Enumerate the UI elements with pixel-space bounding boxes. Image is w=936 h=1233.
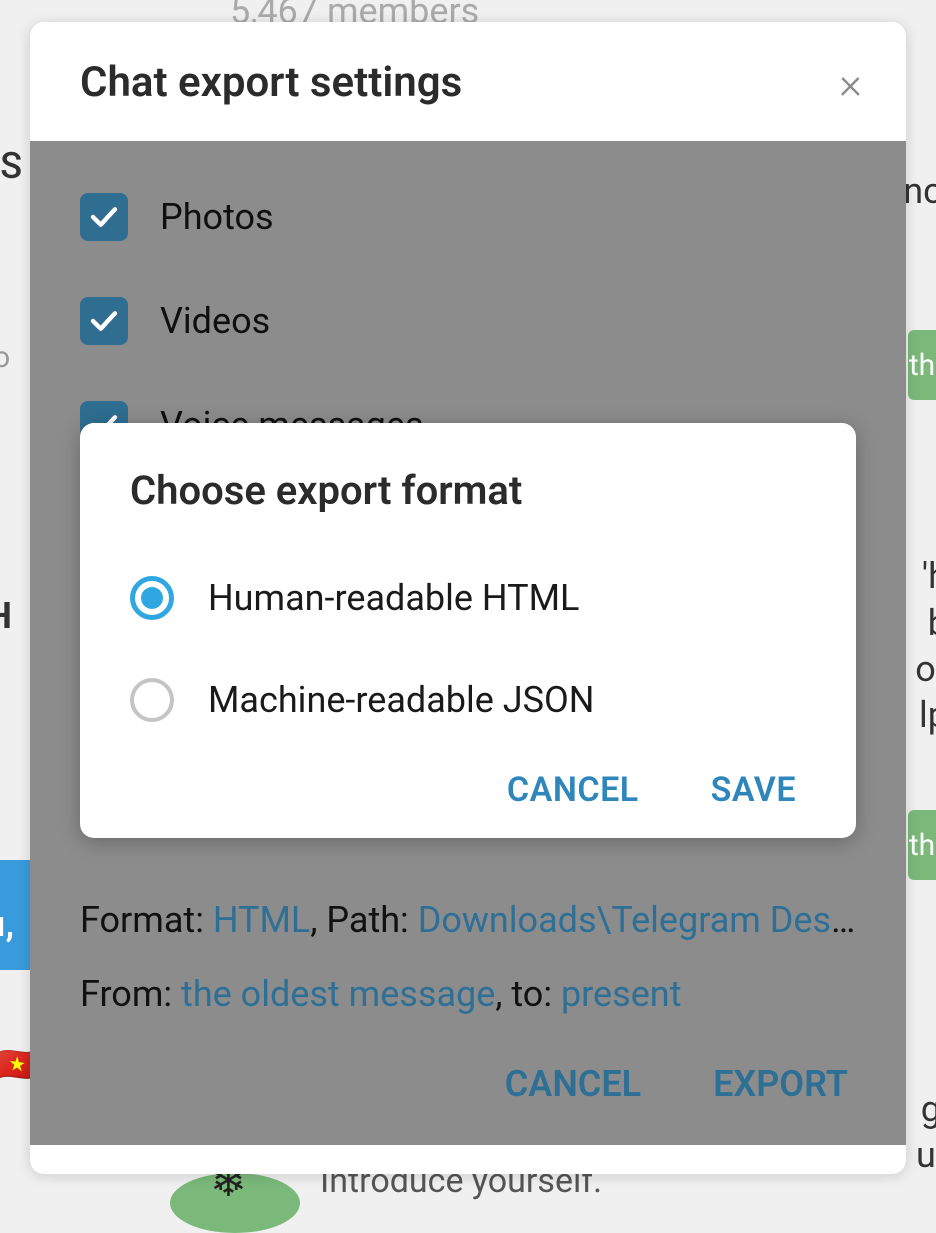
to-link[interactable]: present — [561, 973, 682, 1015]
bg-text: oo — [0, 340, 10, 375]
checkbox-row-videos[interactable]: Videos — [30, 283, 906, 359]
choose-export-format-dialog: Choose export format Human-readable HTML… — [80, 423, 856, 838]
save-button[interactable]: SAVE — [711, 770, 796, 810]
dialog-header: Chat export settings × — [30, 22, 906, 141]
checkbox-checked-icon — [80, 297, 128, 345]
radio-label: Human-readable HTML — [208, 577, 579, 619]
radio-option-json[interactable]: Machine-readable JSON — [130, 668, 806, 732]
chat-export-settings-dialog: Chat export settings × Photos Videos Voi… — [30, 22, 906, 1174]
dialog-title: Chat export settings — [80, 58, 462, 107]
radio-unselected-icon — [130, 678, 174, 722]
radio-label: Machine-readable JSON — [208, 679, 594, 721]
inner-dialog-buttons: CANCEL SAVE — [130, 770, 806, 810]
close-icon[interactable]: × — [839, 61, 862, 105]
radio-selected-icon — [130, 576, 174, 620]
bg-text: ur — [916, 1134, 936, 1176]
bg-text: IН — [0, 595, 12, 637]
format-prefix: Format: — [80, 899, 213, 941]
checkbox-checked-icon — [80, 193, 128, 241]
dialog-body-dimmed: Photos Videos Voice messages Choose expo… — [30, 141, 906, 1145]
bg-bubble: th — [908, 810, 936, 880]
from-link[interactable]: the oldest message — [181, 973, 495, 1015]
format-mid: , Path: — [310, 899, 417, 941]
from-mid: , to: — [495, 973, 561, 1015]
bg-text: lp — [919, 694, 936, 736]
bg-text: IS — [0, 145, 22, 187]
format-path-info: Format: HTML, Path: Downloads\Telegram D… — [80, 899, 856, 941]
bg-text: g, — [921, 1088, 936, 1130]
radio-option-html[interactable]: Human-readable HTML — [130, 566, 806, 630]
bg-text: 'h — [922, 555, 936, 597]
cancel-button[interactable]: CANCEL — [507, 770, 639, 810]
bg-bubble: th — [908, 330, 936, 400]
settings-dialog-buttons: CANCEL EXPORT — [505, 1063, 848, 1105]
bg-text: or — [915, 648, 936, 690]
format-link[interactable]: HTML — [213, 899, 310, 941]
checkbox-label: Photos — [160, 196, 274, 238]
from-to-info: From: the oldest message, to: present — [80, 973, 856, 1015]
checkbox-label: Videos — [160, 300, 270, 342]
checkbox-row-photos[interactable]: Photos — [30, 179, 906, 255]
bg-text: nc — [903, 170, 936, 212]
export-button[interactable]: EXPORT — [713, 1063, 848, 1105]
bg-text: ı, — [0, 903, 14, 945]
cancel-button[interactable]: CANCEL — [505, 1063, 641, 1105]
from-prefix: From: — [80, 973, 181, 1015]
inner-dialog-title: Choose export format — [130, 467, 806, 514]
path-link[interactable]: Downloads\Telegram Des... — [418, 899, 856, 941]
bg-text: b — [928, 602, 936, 644]
